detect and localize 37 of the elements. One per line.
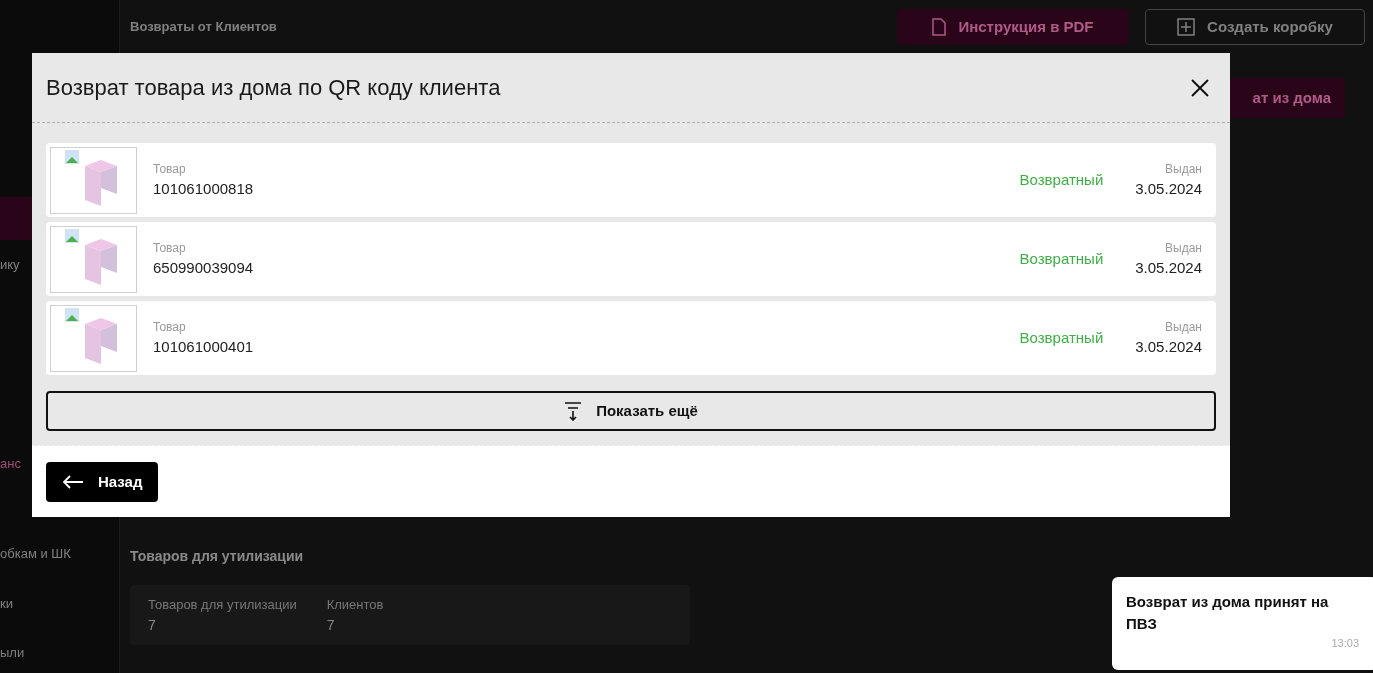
stat-label: Товаров для утилизации [148,596,297,614]
stat-label: Клиентов [326,596,384,614]
product-label: Товар [153,160,187,178]
toast-time: 13:03 [1331,636,1359,651]
sidebar-item[interactable]: обкам и ШК [0,534,119,574]
date-label: Выдан [1165,239,1202,257]
show-more-button[interactable]: Показать ещё [46,391,1216,431]
document-icon [932,18,947,36]
section-heading: Товаров для утилизации [130,547,305,566]
toast-message: Возврат из дома принят на ПВЗ [1126,592,1330,634]
status-text: Возвратный [1019,327,1104,348]
dialog-title: Возврат товара из дома по QR коду клиента [46,74,501,102]
close-icon [1190,77,1210,98]
home-return-button[interactable]: ат из дома [1229,78,1345,118]
back-button[interactable]: Назад [46,462,159,502]
product-code: 101061000818 [153,178,255,199]
product-label: Товар [153,239,187,257]
product-code: 101061000401 [153,336,255,357]
date-value: 3.05.2024 [1135,257,1202,278]
date-label: Выдан [1165,318,1202,336]
date-value: 3.05.2024 [1135,178,1202,199]
sidebar-item[interactable]: ки [0,583,119,624]
arrow-left-icon [62,475,84,489]
stat-value: 7 [148,615,157,635]
sidebar-item[interactable]: ыли [0,633,119,673]
product-code: 650990039094 [153,257,255,278]
date-value: 3.05.2024 [1135,336,1202,357]
status-text: Возвратный [1019,169,1104,190]
sort-down-icon [564,401,583,421]
status-text: Возвратный [1019,248,1104,269]
plus-box-icon [1177,18,1196,36]
stat-value: 7 [326,615,336,635]
page-title: Возвраты от Клиентов [130,18,277,37]
create-box-button[interactable]: Создать коробку [1145,9,1365,45]
product-label: Товар [153,318,187,336]
date-label: Выдан [1165,160,1202,178]
pdf-button[interactable]: Инструкция в PDF [897,9,1129,45]
